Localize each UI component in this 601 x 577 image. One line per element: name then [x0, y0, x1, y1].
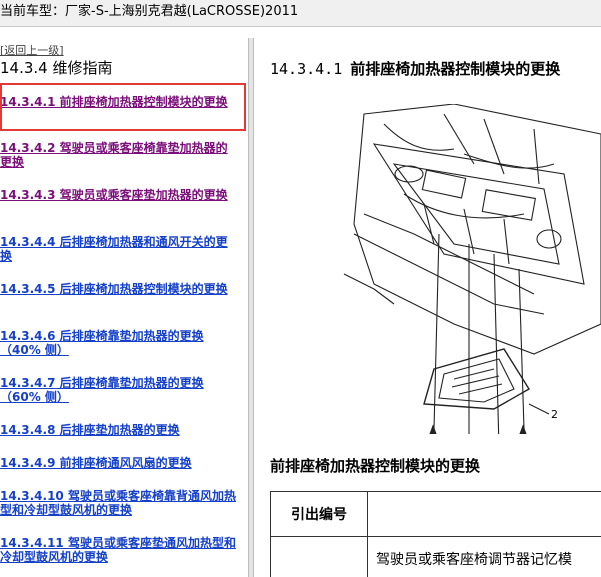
- heading-text: 前排座椅加热器控制模块的更换: [350, 60, 561, 78]
- window-title-bar: 当前车型：厂家-S-上海别克君越(LaCROSSE)2011: [0, 0, 601, 27]
- nav-item-14-3-4-10[interactable]: 14.3.4.10 驾驶员或乘客座椅靠背通风加热型和冷却型鼓风机的更换: [0, 489, 236, 517]
- table-row: 引出编号: [270, 491, 601, 537]
- back-link[interactable]: [返回上一级]: [0, 42, 64, 58]
- section-title: 14.3.4 维修指南: [0, 59, 113, 77]
- nav-item-14-3-4-6[interactable]: 14.3.4.6 后排座椅靠垫加热器的更换（40% 侧）: [0, 329, 236, 357]
- nav-item-14-3-4-3[interactable]: 14.3.4.3 驾驶员或乘客座垫加热器的更换: [0, 188, 236, 202]
- nav-item-14-3-4-9[interactable]: 14.3.4.9 前排座椅通风风扇的更换: [0, 456, 236, 470]
- nav-item-14-3-4-4[interactable]: 14.3.4.4 后排座椅加热器和通风开关的更换: [0, 235, 236, 263]
- selection-highlight: [0, 83, 246, 131]
- table-header-cell: 引出编号: [270, 491, 368, 537]
- nav-pane: [返回上一级] 14.3.4 维修指南 14.3.4.1 前排座椅加热器控制模块…: [0, 38, 248, 577]
- window-title: 当前车型：厂家-S-上海别克君越(LaCROSSE)2011: [0, 4, 299, 19]
- table-cell: [367, 491, 601, 537]
- content-pane: 14.3.4.1 前排座椅加热器控制模块的更换 2 前排座椅加热器控制模块的更换…: [254, 38, 601, 577]
- section-subheading: 前排座椅加热器控制模块的更换: [270, 457, 481, 475]
- nav-item-14-3-4-7[interactable]: 14.3.4.7 后排座椅靠垫加热器的更换（60% 侧）: [0, 376, 236, 404]
- nav-item-14-3-4-2[interactable]: 14.3.4.2 驾驶员或乘客座椅靠垫加热器的更换: [0, 141, 236, 169]
- page-heading: 14.3.4.1 前排座椅加热器控制模块的更换: [270, 58, 560, 79]
- nav-item-14-3-4-8[interactable]: 14.3.4.8 后排座垫加热器的更换: [0, 423, 236, 437]
- callout-2: 2: [551, 408, 558, 421]
- nav-item-14-3-4-11[interactable]: 14.3.4.11 驾驶员或乘客座垫通风加热型和冷却型鼓风机的更换: [0, 536, 236, 564]
- heading-number: 14.3.4.1: [270, 60, 343, 78]
- top-spacer: [0, 27, 601, 38]
- nav-item-14-3-4-5[interactable]: 14.3.4.5 后排座椅加热器控制模块的更换: [0, 282, 236, 296]
- table-cell: [270, 536, 368, 577]
- table-row: 驾驶员或乘客座椅调节器记忆模: [270, 536, 601, 577]
- table-cell: 驾驶员或乘客座椅调节器记忆模: [367, 536, 601, 577]
- parts-table: 引出编号 驾驶员或乘客座椅调节器记忆模: [270, 491, 601, 577]
- seat-module-diagram: 2 1: [343, 104, 601, 434]
